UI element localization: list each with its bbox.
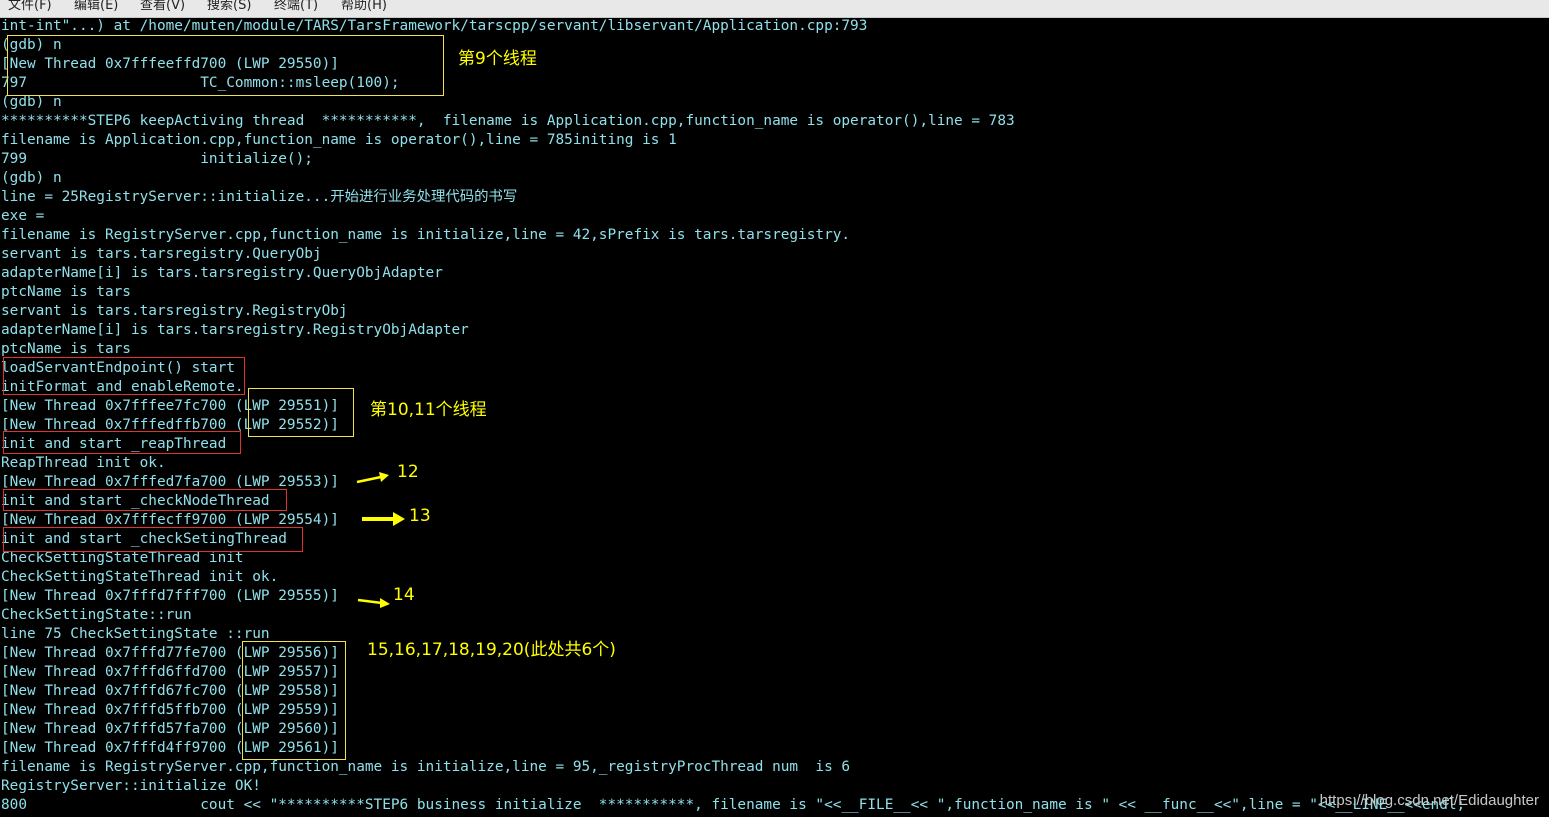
menu-file[interactable]: 文件(F): [8, 0, 52, 13]
watermark: https://blog.csdn.net/Edidaughter: [1319, 792, 1539, 809]
terminal-line: line 75 CheckSettingState ::run: [1, 626, 270, 642]
annotation-thread13: 13: [409, 506, 431, 526]
annotation-thread10-11: 第10,11个线程: [370, 400, 487, 420]
terminal-line: 800 cout << "**********STEP6 business in…: [1, 797, 1466, 813]
terminal-line: filename is RegistryServer.cpp,function_…: [1, 759, 851, 775]
terminal-line: (gdb) n: [1, 94, 62, 110]
terminal-line: init and start _checkSetingThread: [1, 531, 287, 547]
menu-edit[interactable]: 编辑(E): [74, 0, 118, 13]
terminal-line: [New Thread 0x7fffd57fa700 (LWP 29560)]: [1, 721, 339, 737]
terminal-line: (gdb) n: [1, 37, 62, 53]
terminal-line: adapterName[i] is tars.tarsregistry.Regi…: [1, 322, 469, 338]
terminal-line: [New Thread 0x7fffd5ffb700 (LWP 29559)]: [1, 702, 339, 718]
terminal-line: ReapThread init ok.: [1, 455, 166, 471]
terminal-line: exe =: [1, 208, 45, 224]
arrow-right-icon: [356, 472, 389, 484]
arrow-right-icon: [357, 598, 390, 608]
menu-view[interactable]: 查看(V): [140, 0, 185, 13]
terminal-line: CheckSettingStateThread init ok.: [1, 569, 279, 585]
menu-help[interactable]: 帮助(H): [341, 0, 387, 13]
terminal-line: init and start _reapThread: [1, 436, 227, 452]
terminal-line: [New Thread 0x7fffed7fa700 (LWP 29553)]: [1, 474, 339, 490]
terminal-line: CheckSettingState::run: [1, 607, 192, 623]
terminal-line: filename is Application.cpp,function_nam…: [1, 132, 677, 148]
terminal-line: RegistryServer::initialize OK!: [1, 778, 261, 794]
terminal-line: 797 TC_Common::msleep(100);: [1, 75, 400, 91]
terminal-line: 799 initialize();: [1, 151, 313, 167]
terminal-line: init and start _checkNodeThread: [1, 493, 270, 509]
terminal-line: [New Thread 0x7fffd77fe700 (LWP 29556)]: [1, 645, 339, 661]
arrow-right-icon: [362, 512, 405, 526]
terminal-line: loadServantEndpoint() start: [1, 360, 235, 376]
menu-search[interactable]: 搜索(S): [207, 0, 251, 13]
terminal-line: initFormat and enableRemote.: [1, 379, 244, 395]
terminal-output[interactable]: int-int"...) at /home/muten/module/TARS/…: [0, 17, 1549, 817]
terminal-line: ptcName is tars: [1, 341, 131, 357]
terminal-line: [New Thread 0x7fffeeffd700 (LWP 29550)]: [1, 56, 339, 72]
terminal-line: [New Thread 0x7fffd6ffd700 (LWP 29557)]: [1, 664, 339, 680]
terminal-line: [New Thread 0x7fffee7fc700 (LWP 29551)]: [1, 398, 339, 414]
menu-terminal[interactable]: 终端(T): [274, 0, 318, 13]
terminal-line: [New Thread 0x7fffecff9700 (LWP 29554)]: [1, 512, 339, 528]
terminal-line: adapterName[i] is tars.tarsregistry.Quer…: [1, 265, 443, 281]
menu-bar: 文件(F) 编辑(E) 查看(V) 搜索(S) 终端(T) 帮助(H): [0, 0, 1549, 18]
terminal-line: [New Thread 0x7fffedffb700 (LWP 29552)]: [1, 417, 339, 433]
terminal-line: CheckSettingStateThread init: [1, 550, 244, 566]
terminal-line: filename is RegistryServer.cpp,function_…: [1, 227, 851, 243]
terminal-line: [New Thread 0x7fffd4ff9700 (LWP 29561)]: [1, 740, 339, 756]
terminal-line: (gdb) n: [1, 170, 62, 186]
terminal-line: [New Thread 0x7fffd7fff700 (LWP 29555)]: [1, 588, 339, 604]
terminal-line: line = 25RegistryServer::initialize...开始…: [1, 189, 518, 205]
annotation-thread9: 第9个线程: [458, 49, 537, 69]
annotation-thread14: 14: [393, 585, 415, 605]
terminal-line: ptcName is tars: [1, 284, 131, 300]
terminal-line: servant is tars.tarsregistry.QueryObj: [1, 246, 322, 262]
terminal-line: [New Thread 0x7fffd67fc700 (LWP 29558)]: [1, 683, 339, 699]
annotation-thread15-20: 15,16,17,18,19,20(此处共6个): [367, 640, 616, 660]
terminal-line: **********STEP6 keepActiving thread ****…: [1, 113, 1015, 129]
terminal-line: int-int"...) at /home/muten/module/TARS/…: [1, 18, 868, 34]
terminal-line: servant is tars.tarsregistry.RegistryObj: [1, 303, 348, 319]
annotation-thread12: 12: [397, 462, 419, 482]
